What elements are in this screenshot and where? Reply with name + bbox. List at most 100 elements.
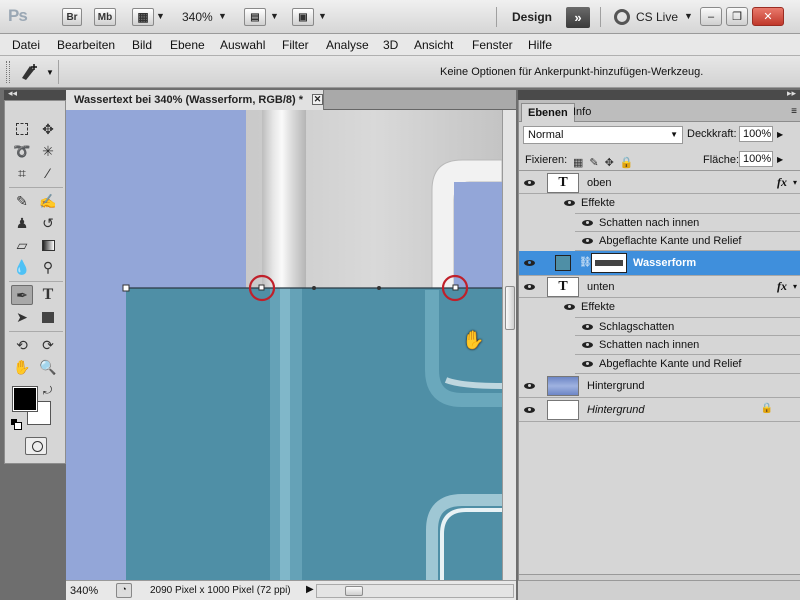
document-tab[interactable]: Wassertext bei 340% (Wasserform, RGB/8) … [66,90,324,110]
brush-tool[interactable]: ✍ [37,191,59,211]
visibility-eye-icon[interactable] [523,403,537,417]
history-brush-tool[interactable]: ↺ [37,213,59,233]
lock-position-icon[interactable]: ✥ [605,156,614,169]
menu-analyse[interactable]: Analyse [326,38,369,52]
visibility-eye-icon[interactable] [523,379,537,393]
status-zoom[interactable]: 340% [70,585,98,597]
effect-eye-icon[interactable] [581,322,595,332]
collapse-icon[interactable]: ◂◂ [8,88,17,99]
menu-auswahl[interactable]: Auswahl [220,38,265,52]
close-button[interactable]: ✕ [752,7,784,26]
rectangle-tool[interactable] [37,307,59,327]
scrollbar-thumb[interactable] [505,286,515,330]
magic-wand-tool[interactable]: ✳ [37,141,59,161]
status-options-icon[interactable]: ◔ [116,583,132,598]
type-tool[interactable]: T [37,285,59,305]
fill-input[interactable]: 100% [739,151,773,167]
screen-mode-button[interactable]: ▣ [292,8,314,26]
gradient-tool[interactable] [37,235,59,255]
menu-3d[interactable]: 3D [383,38,398,52]
effect-eye-icon[interactable] [563,302,577,312]
scrollbar-thumb[interactable] [345,586,363,596]
lock-all-icon[interactable]: 🔒 [620,156,634,169]
menu-bearbeiten[interactable]: Bearbeiten [57,38,115,52]
effect-row[interactable]: Abgeflachte Kante und Relief [575,355,800,374]
effect-eye-icon[interactable] [581,218,595,228]
vector-mask-thumbnail[interactable] [591,253,627,273]
bridge-button[interactable]: Br [62,8,82,26]
blend-mode-select[interactable]: Normal ▼ [523,126,683,144]
swap-colors-icon[interactable]: ⤾ [43,385,52,398]
horizontal-scrollbar[interactable] [316,584,514,598]
path-selection-tool[interactable]: ➤ [11,307,33,327]
clone-stamp-tool[interactable]: ♟ [11,213,33,233]
menu-ansicht[interactable]: Ansicht [414,38,453,52]
layer-row-wasserform[interactable]: ⛓ Wasserform [519,251,800,276]
workspace-more-button[interactable]: » [566,7,590,28]
chevron-down-icon[interactable]: ▾ [793,178,797,187]
add-anchor-point-tool[interactable]: ✒ [11,285,33,305]
hand-tool[interactable]: ✋ [11,357,33,377]
effect-row[interactable]: Schatten nach innen [575,213,800,232]
link-icon[interactable]: ⛓ [579,257,592,268]
grip-handle[interactable] [6,61,10,83]
menu-datei[interactable]: Datei [12,38,40,52]
move-tool[interactable]: ✥ [37,119,59,139]
chevron-right-icon[interactable]: ▶ [777,130,783,139]
lock-transparency-icon[interactable]: ▦ [573,156,583,169]
collapse-icon[interactable]: ▸▸ [787,88,796,99]
status-menu-arrow-icon[interactable]: ▶ [306,584,314,595]
menu-bild[interactable]: Bild [132,38,152,52]
menu-fenster[interactable]: Fenster [472,38,513,52]
vertical-scrollbar[interactable] [502,110,516,580]
3d-rotate-tool[interactable]: ⟲ [11,335,33,355]
chevron-down-icon[interactable]: ▼ [156,11,165,21]
tools-panel-header[interactable]: ◂◂ [4,88,66,100]
foreground-color-swatch[interactable] [12,386,38,412]
3d-orbit-tool[interactable]: ⟳ [37,335,59,355]
effect-eye-icon[interactable] [581,236,595,246]
layer-row-hintergrund-kopie[interactable]: Hintergrund [519,374,800,398]
effect-row[interactable]: Schlagschatten [575,317,800,336]
eyedropper-tool[interactable]: ⁄ [37,163,59,183]
chevron-down-icon[interactable]: ▼ [270,11,279,21]
chevron-down-icon[interactable]: ▼ [46,68,54,77]
visibility-eye-icon[interactable] [523,176,537,190]
cs-live-icon[interactable] [614,9,630,25]
view-extras-button[interactable]: ▦ [132,8,154,26]
chevron-right-icon[interactable]: ▶ [777,155,783,164]
restore-button[interactable]: ❐ [726,7,748,26]
default-colors-icon[interactable] [11,419,22,430]
minibridge-button[interactable]: Mb [94,8,116,26]
lock-pixels-icon[interactable]: ✎ [589,156,598,169]
chevron-down-icon[interactable]: ▼ [318,11,327,21]
arrange-documents-button[interactable]: ▤ [244,8,266,26]
effect-eye-icon[interactable] [581,340,595,350]
eraser-tool[interactable]: ▱ [11,235,33,255]
document-canvas[interactable]: ✋ [66,110,502,580]
panel-menu-icon[interactable]: ≡ [791,106,797,117]
close-document-icon[interactable]: ✕ [312,94,323,105]
healing-brush-tool[interactable]: ✎ [11,191,33,211]
layer-row-unten[interactable]: T unten fx ▾ [519,276,800,298]
shape-color-thumbnail[interactable] [555,255,571,271]
zoom-tool[interactable]: 🔍 [37,357,59,377]
chevron-down-icon[interactable]: ▼ [218,11,227,21]
fx-icon[interactable]: fx [777,175,787,190]
minimize-button[interactable]: – [700,7,722,26]
workspace-label[interactable]: Design [512,10,552,24]
dodge-tool[interactable]: ⚲ [37,257,59,277]
chevron-down-icon[interactable]: ▼ [684,11,693,21]
marquee-tool[interactable] [11,119,33,139]
effects-group[interactable]: Effekte [519,298,800,317]
visibility-eye-icon[interactable] [523,280,537,294]
lasso-tool[interactable]: ➰ [11,141,33,161]
opacity-input[interactable]: 100% [739,126,773,142]
effects-group[interactable]: Effekte [519,194,800,213]
effect-row[interactable]: Schatten nach innen [575,336,800,355]
quick-mask-button[interactable] [25,437,47,455]
chevron-down-icon[interactable]: ▾ [793,282,797,291]
menu-ebene[interactable]: Ebene [170,38,205,52]
blur-tool[interactable]: 💧 [11,257,33,277]
effect-eye-icon[interactable] [563,198,577,208]
